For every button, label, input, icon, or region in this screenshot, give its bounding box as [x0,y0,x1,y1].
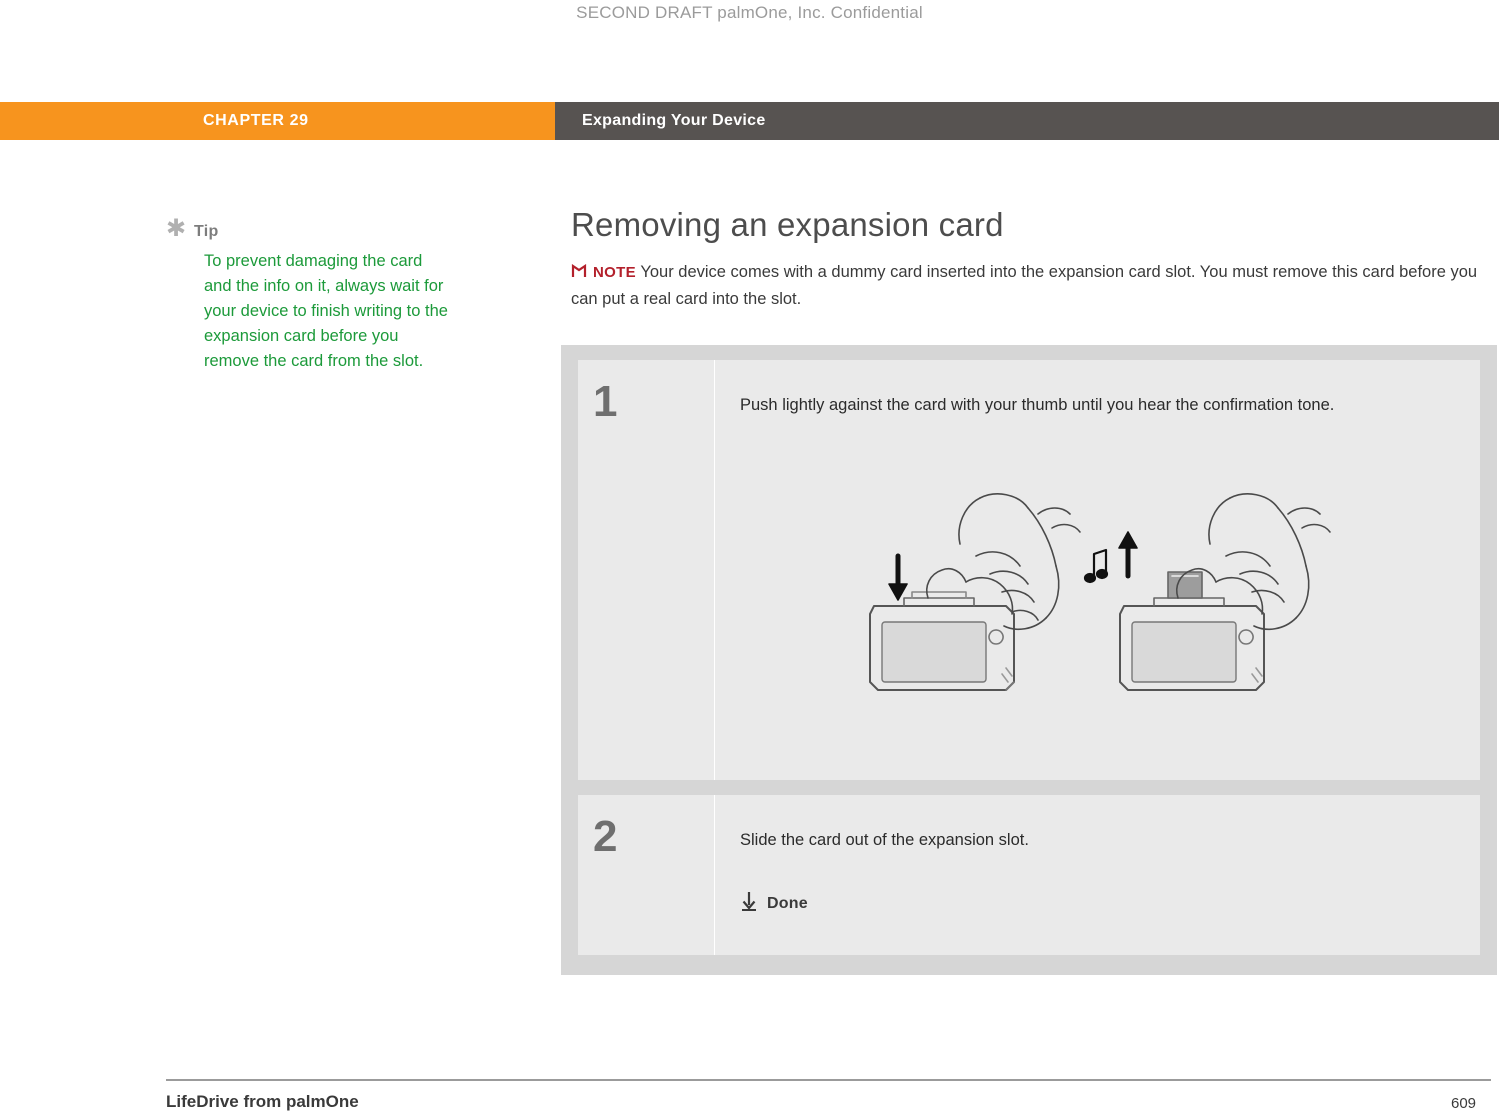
tip-header: ✱ Tip [166,215,451,242]
down-arrow-icon [740,891,758,916]
note-badge: NOTE [571,263,640,281]
draft-watermark-header: SECOND DRAFT palmOne, Inc. Confidential [576,3,923,22]
step-number-cell-1: 1 [578,360,715,780]
note-badge-label: NOTE [593,264,636,281]
footer-page-number: 609 [1451,1095,1477,1112]
note-flag-icon [571,262,588,287]
step-item-1: 1 Push lightly against the card with you… [578,360,1480,780]
footer-product-name: LifeDrive from palmOne [166,1092,359,1111]
chapter-number-block: CHAPTER 29 [0,102,555,140]
done-row: Done [740,891,1452,916]
step-number-1: 1 [593,377,618,426]
step-text-2: Slide the card out of the expansion slot… [740,831,1029,849]
main-content: Removing an expansion card NOTE Your dev… [571,206,1491,312]
step-text-1: Push lightly against the card with your … [740,396,1335,414]
chapter-title-label: Expanding Your Device [582,112,766,129]
chapter-number-label: CHAPTER 29 [203,112,309,129]
footer-divider [166,1079,1491,1081]
step-item-2: 2 Slide the card out of the expansion sl… [578,795,1480,955]
asterisk-icon: ✱ [166,215,187,242]
chapter-title-block: Expanding Your Device [555,102,1499,140]
tip-body-text: To prevent damaging the card and the inf… [204,252,448,370]
page-title: Removing an expansion card [571,206,1004,243]
step-number-2: 2 [593,812,618,861]
hand-pushing-card-into-device-illustration [740,436,1452,716]
step-number-cell-2: 2 [578,795,715,955]
step-body-2: Slide the card out of the expansion slot… [715,795,1480,955]
document-page: SECOND DRAFT palmOne, Inc. Confidential … [0,0,1499,1119]
chapter-bar: CHAPTER 29 Expanding Your Device [0,102,1499,140]
tip-block: ✱ Tip To prevent damaging the card and t… [166,215,451,374]
note-block: NOTE Your device comes with a dummy card… [571,260,1481,312]
step-body-1: Push lightly against the card with your … [715,360,1480,780]
tip-title: Tip [194,223,219,240]
steps-panel: 1 Push lightly against the card with you… [561,345,1497,975]
note-text: Your device comes with a dummy card inse… [571,263,1478,308]
done-label: Done [767,894,808,912]
